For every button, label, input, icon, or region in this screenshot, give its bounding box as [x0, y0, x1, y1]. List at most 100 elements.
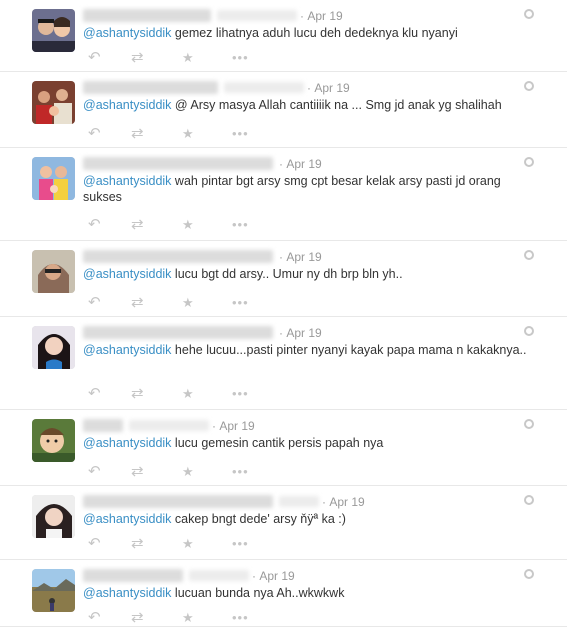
more-icon[interactable]: ••• [232, 217, 249, 233]
retweet-icon[interactable]: ⇄ [131, 386, 144, 402]
retweet-icon[interactable]: ⇄ [131, 50, 144, 66]
separator-dot: · [300, 8, 304, 23]
avatar-image [32, 81, 75, 124]
star-icon[interactable]: ★ [182, 126, 194, 142]
user-name-redacted[interactable] [83, 419, 123, 433]
user-handle-redacted[interactable] [279, 496, 319, 508]
tweet-header: · Apr 19 [83, 8, 343, 24]
separator-dot: · [307, 80, 311, 95]
tweet-date[interactable]: Apr 19 [329, 495, 364, 509]
tweet-item[interactable]: · Apr 19 @ashantysiddik lucuan bunda nya… [0, 560, 567, 627]
gear-icon[interactable] [524, 81, 534, 91]
avatar[interactable] [32, 9, 75, 52]
retweet-icon[interactable]: ⇄ [131, 464, 144, 480]
more-icon[interactable]: ••• [232, 50, 249, 66]
tweet-text: @ashantysiddik @ Arsy masya Allah cantii… [83, 97, 538, 113]
mention-link[interactable]: @ashantysiddik [83, 436, 171, 450]
separator-dot: · [322, 494, 326, 509]
reply-icon[interactable]: ↶ [88, 386, 101, 402]
star-icon[interactable]: ★ [182, 464, 194, 480]
tweet-header: · Apr 19 [83, 568, 295, 584]
reply-icon[interactable]: ↶ [88, 610, 101, 626]
star-icon[interactable]: ★ [182, 536, 194, 552]
avatar[interactable] [32, 81, 75, 124]
avatar[interactable] [32, 569, 75, 612]
mention-link[interactable]: @ashantysiddik [83, 267, 171, 281]
mention-link[interactable]: @ashantysiddik [83, 26, 171, 40]
user-handle-redacted[interactable] [189, 570, 249, 582]
more-icon[interactable]: ••• [232, 610, 249, 626]
reply-icon[interactable]: ↶ [88, 464, 101, 480]
tweet-body: lucu gemesin cantik persis papah nya [171, 436, 384, 450]
star-icon[interactable]: ★ [182, 50, 194, 66]
separator-dot: · [252, 568, 256, 583]
user-name-redacted[interactable] [83, 9, 211, 23]
gear-icon[interactable] [524, 9, 534, 19]
tweet-date[interactable]: Apr 19 [259, 569, 294, 583]
tweet-body: lucu bgt dd arsy.. Umur ny dh brp bln yh… [171, 267, 403, 281]
tweet-date[interactable]: Apr 19 [219, 419, 254, 433]
more-icon[interactable]: ••• [232, 386, 249, 402]
tweet-text: @ashantysiddik lucuan bunda nya Ah..wkwk… [83, 585, 538, 601]
user-name-redacted[interactable] [83, 326, 273, 340]
gear-icon[interactable] [524, 419, 534, 429]
gear-icon[interactable] [524, 250, 534, 260]
user-name-redacted[interactable] [83, 569, 183, 583]
user-name-redacted[interactable] [83, 250, 273, 264]
mention-link[interactable]: @ashantysiddik [83, 174, 171, 188]
user-handle-redacted[interactable] [129, 420, 209, 432]
tweet-feed: · Apr 19 @ashantysiddik gemez lihatnya a… [0, 0, 567, 627]
gear-icon[interactable] [524, 326, 534, 336]
tweet-date[interactable]: Apr 19 [286, 250, 321, 264]
star-icon[interactable]: ★ [182, 386, 194, 402]
retweet-icon[interactable]: ⇄ [131, 126, 144, 142]
avatar[interactable] [32, 157, 75, 200]
tweet-body: gemez lihatnya aduh lucu deh dedeknya kl… [171, 26, 458, 40]
avatar[interactable] [32, 326, 75, 369]
user-handle-redacted[interactable] [224, 82, 304, 94]
tweet-item[interactable]: · Apr 19 @ashantysiddik lucu gemesin can… [0, 410, 567, 486]
retweet-icon[interactable]: ⇄ [131, 295, 144, 311]
user-name-redacted[interactable] [83, 157, 273, 171]
gear-icon[interactable] [524, 569, 534, 579]
retweet-icon[interactable]: ⇄ [131, 610, 144, 626]
user-name-redacted[interactable] [83, 81, 218, 95]
more-icon[interactable]: ••• [232, 295, 249, 311]
star-icon[interactable]: ★ [182, 610, 194, 626]
mention-link[interactable]: @ashantysiddik [83, 512, 171, 526]
avatar-image [32, 157, 75, 200]
user-handle-redacted[interactable] [217, 10, 297, 22]
tweet-date[interactable]: Apr 19 [286, 326, 321, 340]
gear-icon[interactable] [524, 495, 534, 505]
avatar[interactable] [32, 419, 75, 462]
star-icon[interactable]: ★ [182, 295, 194, 311]
avatar-image [32, 419, 75, 462]
tweet-date[interactable]: Apr 19 [307, 9, 342, 23]
star-icon[interactable]: ★ [182, 217, 194, 233]
mention-link[interactable]: @ashantysiddik [83, 98, 171, 112]
tweet-item[interactable]: · Apr 19 @ashantysiddik gemez lihatnya a… [0, 0, 567, 72]
more-icon[interactable]: ••• [232, 536, 249, 552]
reply-icon[interactable]: ↶ [88, 126, 101, 142]
tweet-date[interactable]: Apr 19 [286, 157, 321, 171]
tweet-item[interactable]: · Apr 19 @ashantysiddik lucu bgt dd arsy… [0, 241, 567, 317]
avatar[interactable] [32, 250, 75, 293]
tweet-item[interactable]: · Apr 19 @ashantysiddik @ Arsy masya All… [0, 72, 567, 148]
tweet-item[interactable]: · Apr 19 @ashantysiddik hehe lucuu...pas… [0, 317, 567, 410]
tweet-item[interactable]: · Apr 19 @ashantysiddik cakep bngt dede'… [0, 486, 567, 560]
retweet-icon[interactable]: ⇄ [131, 217, 144, 233]
gear-icon[interactable] [524, 157, 534, 167]
tweet-item[interactable]: · Apr 19 @ashantysiddik wah pintar bgt a… [0, 148, 567, 241]
reply-icon[interactable]: ↶ [88, 536, 101, 552]
more-icon[interactable]: ••• [232, 464, 249, 480]
user-name-redacted[interactable] [83, 495, 273, 509]
mention-link[interactable]: @ashantysiddik [83, 343, 171, 357]
mention-link[interactable]: @ashantysiddik [83, 586, 171, 600]
reply-icon[interactable]: ↶ [88, 217, 101, 233]
more-icon[interactable]: ••• [232, 126, 249, 142]
reply-icon[interactable]: ↶ [88, 295, 101, 311]
tweet-date[interactable]: Apr 19 [314, 81, 349, 95]
retweet-icon[interactable]: ⇄ [131, 536, 144, 552]
avatar[interactable] [32, 495, 75, 538]
reply-icon[interactable]: ↶ [88, 50, 101, 66]
